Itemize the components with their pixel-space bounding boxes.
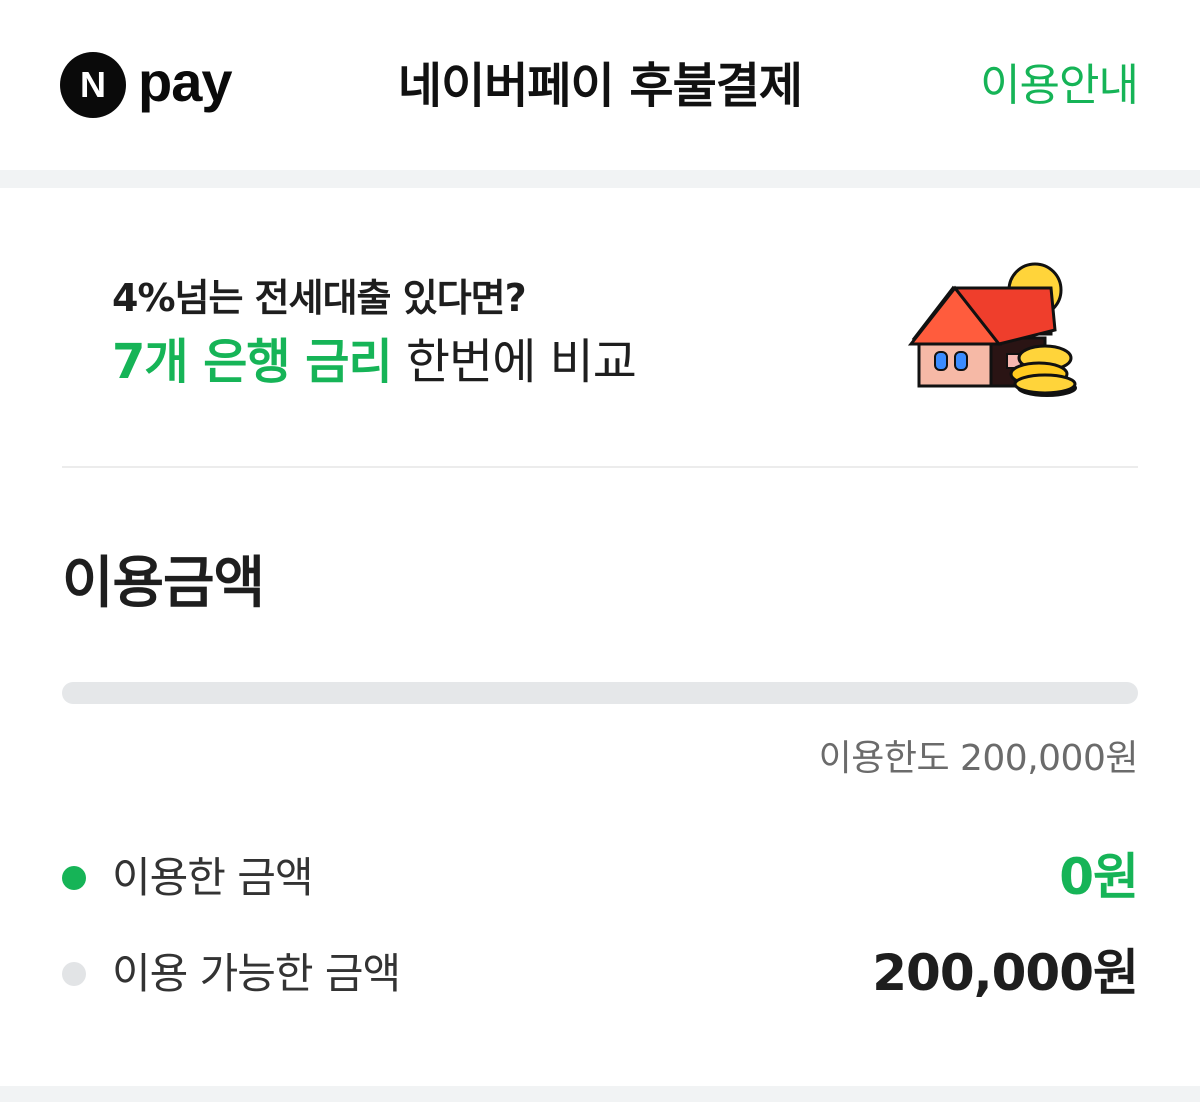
banner-highlight: 7개 은행 금리 bbox=[112, 334, 393, 390]
usage-limit-text: 이용한도 200,000원 bbox=[818, 738, 1139, 779]
section-divider bbox=[0, 170, 1200, 188]
used-amount-label: 이용한 금액 bbox=[112, 853, 314, 902]
available-amount-value: 200,000원 bbox=[872, 944, 1139, 1002]
bottom-divider bbox=[0, 1086, 1200, 1102]
jeonse-loan-banner[interactable]: 4%넘는 전세대출 있다면? 7개 은행 금리 한번에 비교 bbox=[0, 188, 1200, 468]
available-dot-icon bbox=[62, 962, 86, 986]
used-dot-icon bbox=[62, 866, 86, 890]
usage-amount-title: 이용금액 bbox=[62, 551, 265, 616]
banner-divider bbox=[62, 466, 1138, 468]
used-amount-row: 이용한 금액 0원 bbox=[62, 846, 1139, 910]
used-amount-value: 0원 bbox=[1059, 848, 1139, 906]
available-amount-label: 이용 가능한 금액 bbox=[112, 949, 401, 998]
available-amount-row: 이용 가능한 금액 200,000원 bbox=[62, 942, 1139, 1006]
banner-subline: 7개 은행 금리 한번에 비교 bbox=[112, 332, 637, 392]
header: N pay 네이버페이 후불결제 이용안내 bbox=[0, 0, 1200, 170]
banner-subline-rest: 한번에 비교 bbox=[391, 334, 637, 390]
banner-headline: 4%넘는 전세대출 있다면? bbox=[112, 276, 527, 320]
usage-guide-link[interactable]: 이용안내 bbox=[980, 58, 1139, 114]
npay-postpay-page: N pay 네이버페이 후불결제 이용안내 4%넘는 전세대출 있다면? 7개 … bbox=[0, 0, 1200, 1102]
house-coins-illustration bbox=[907, 262, 1077, 397]
usage-progress-bar bbox=[62, 682, 1138, 704]
